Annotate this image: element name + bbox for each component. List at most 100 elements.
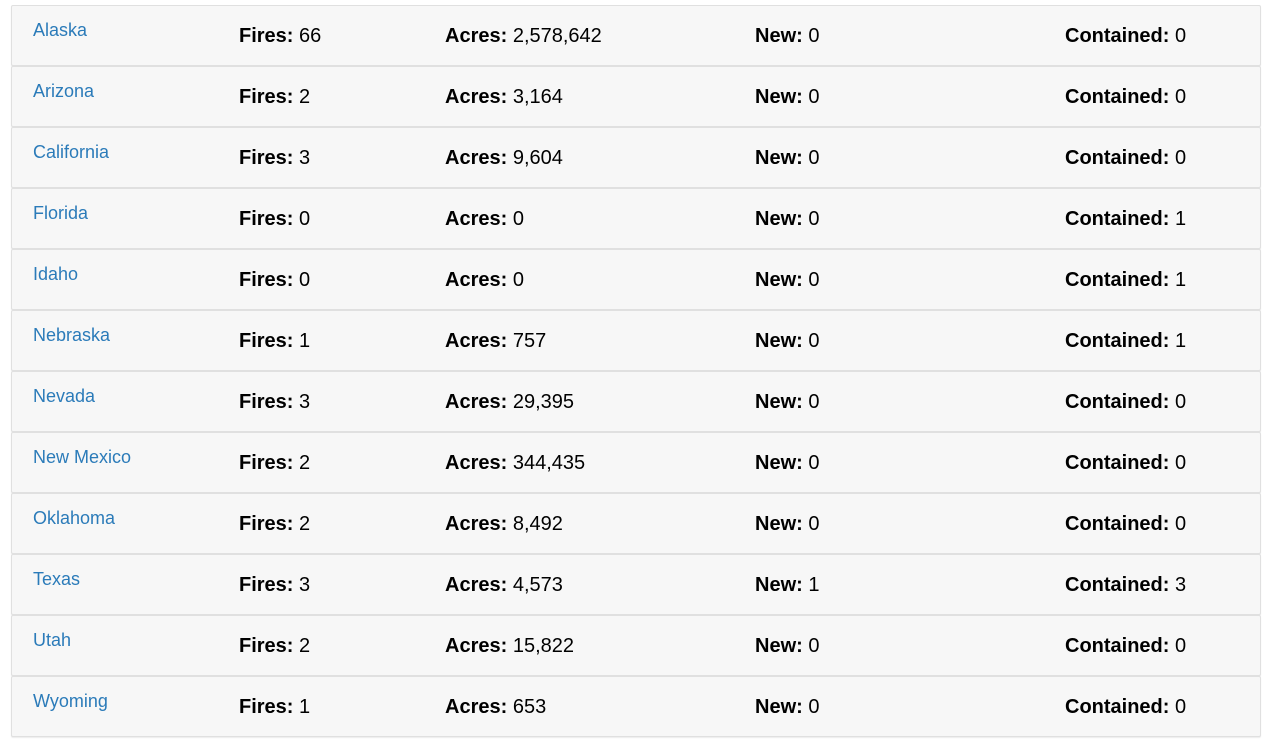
fires-label: Fires: [239, 86, 294, 108]
new-value: 0 [808, 513, 820, 535]
contained-label: Contained: [1065, 513, 1170, 535]
state-row: Nevada Fires: 3 Acres: 29,395 New: 0 Con… [11, 371, 1261, 432]
contained-label: Contained: [1065, 147, 1170, 169]
contained-stat: Contained: 3 [1065, 574, 1186, 596]
contained-label: Contained: [1065, 696, 1170, 718]
state-link[interactable]: California [33, 142, 109, 163]
acres-label: Acres: [445, 391, 508, 413]
new-stat: New: 0 [755, 208, 819, 230]
acres-stat: Acres: 8,492 [445, 513, 563, 535]
acres-stat: Acres: 3,164 [445, 86, 563, 108]
state-link[interactable]: Oklahoma [33, 508, 115, 529]
new-label: New: [755, 330, 803, 352]
new-stat: New: 0 [755, 330, 819, 352]
contained-value: 3 [1175, 574, 1187, 596]
acres-stat: Acres: 15,822 [445, 635, 574, 657]
new-value: 0 [808, 635, 820, 657]
state-link[interactable]: Nevada [33, 386, 95, 407]
acres-label: Acres: [445, 574, 508, 596]
fires-label: Fires: [239, 25, 294, 47]
fires-stat: Fires: 2 [239, 513, 310, 535]
contained-stat: Contained: 0 [1065, 86, 1186, 108]
state-link[interactable]: Nebraska [33, 325, 110, 346]
contained-label: Contained: [1065, 208, 1170, 230]
contained-label: Contained: [1065, 391, 1170, 413]
contained-label: Contained: [1065, 330, 1170, 352]
state-link[interactable]: Idaho [33, 264, 78, 285]
new-value: 0 [808, 208, 820, 230]
acres-label: Acres: [445, 86, 508, 108]
acres-label: Acres: [445, 25, 508, 47]
contained-stat: Contained: 0 [1065, 696, 1186, 718]
new-value: 0 [808, 147, 820, 169]
fires-value: 3 [299, 147, 311, 169]
contained-value: 0 [1175, 25, 1187, 47]
acres-label: Acres: [445, 513, 508, 535]
state-row: Utah Fires: 2 Acres: 15,822 New: 0 Conta… [11, 615, 1261, 676]
fires-stat: Fires: 66 [239, 25, 321, 47]
fires-value: 1 [299, 696, 311, 718]
state-row: Wyoming Fires: 1 Acres: 653 New: 0 Conta… [11, 676, 1261, 737]
acres-stat: Acres: 9,604 [445, 147, 563, 169]
new-value: 0 [808, 269, 820, 291]
state-row: New Mexico Fires: 2 Acres: 344,435 New: … [11, 432, 1261, 493]
fires-stat: Fires: 1 [239, 696, 310, 718]
contained-value: 0 [1175, 513, 1187, 535]
contained-stat: Contained: 0 [1065, 391, 1186, 413]
acres-stat: Acres: 344,435 [445, 452, 585, 474]
new-value: 0 [808, 452, 820, 474]
acres-value: 344,435 [512, 452, 586, 474]
new-value: 0 [808, 696, 820, 718]
fires-stat: Fires: 0 [239, 269, 310, 291]
acres-value: 2,578,642 [512, 25, 602, 47]
fires-stat: Fires: 2 [239, 635, 310, 657]
fires-value: 66 [299, 25, 322, 47]
fires-value: 1 [299, 330, 311, 352]
new-value: 0 [808, 25, 820, 47]
new-label: New: [755, 696, 803, 718]
acres-label: Acres: [445, 452, 508, 474]
acres-value: 3,164 [512, 86, 563, 108]
fires-label: Fires: [239, 208, 294, 230]
acres-value: 653 [512, 696, 547, 718]
fires-label: Fires: [239, 513, 294, 535]
state-row: Idaho Fires: 0 Acres: 0 New: 0 Contained… [11, 249, 1261, 310]
contained-value: 1 [1175, 208, 1187, 230]
state-link[interactable]: Arizona [33, 81, 94, 102]
state-link[interactable]: New Mexico [33, 447, 131, 468]
contained-label: Contained: [1065, 452, 1170, 474]
state-link[interactable]: Alaska [33, 20, 87, 41]
state-link[interactable]: Wyoming [33, 691, 108, 712]
contained-stat: Contained: 1 [1065, 208, 1186, 230]
contained-label: Contained: [1065, 574, 1170, 596]
contained-label: Contained: [1065, 25, 1170, 47]
state-row: Nebraska Fires: 1 Acres: 757 New: 0 Cont… [11, 310, 1261, 371]
acres-value: 4,573 [512, 574, 563, 596]
state-row: Oklahoma Fires: 2 Acres: 8,492 New: 0 Co… [11, 493, 1261, 554]
contained-value: 0 [1175, 86, 1187, 108]
acres-label: Acres: [445, 635, 508, 657]
state-row: California Fires: 3 Acres: 9,604 New: 0 … [11, 127, 1261, 188]
state-link[interactable]: Texas [33, 569, 80, 590]
fires-label: Fires: [239, 269, 294, 291]
state-link[interactable]: Utah [33, 630, 71, 651]
acres-label: Acres: [445, 330, 508, 352]
fires-stat: Fires: 3 [239, 147, 310, 169]
state-row: Texas Fires: 3 Acres: 4,573 New: 1 Conta… [11, 554, 1261, 615]
fires-value: 2 [299, 452, 311, 474]
new-label: New: [755, 208, 803, 230]
acres-label: Acres: [445, 147, 508, 169]
new-label: New: [755, 635, 803, 657]
acres-value: 9,604 [512, 147, 563, 169]
acres-label: Acres: [445, 208, 508, 230]
new-label: New: [755, 86, 803, 108]
contained-stat: Contained: 0 [1065, 147, 1186, 169]
fires-stat: Fires: 1 [239, 330, 310, 352]
state-link[interactable]: Florida [33, 203, 88, 224]
new-label: New: [755, 513, 803, 535]
acres-value: 0 [512, 269, 524, 291]
contained-value: 0 [1175, 696, 1187, 718]
contained-value: 0 [1175, 147, 1187, 169]
contained-label: Contained: [1065, 86, 1170, 108]
acres-value: 15,822 [512, 635, 574, 657]
